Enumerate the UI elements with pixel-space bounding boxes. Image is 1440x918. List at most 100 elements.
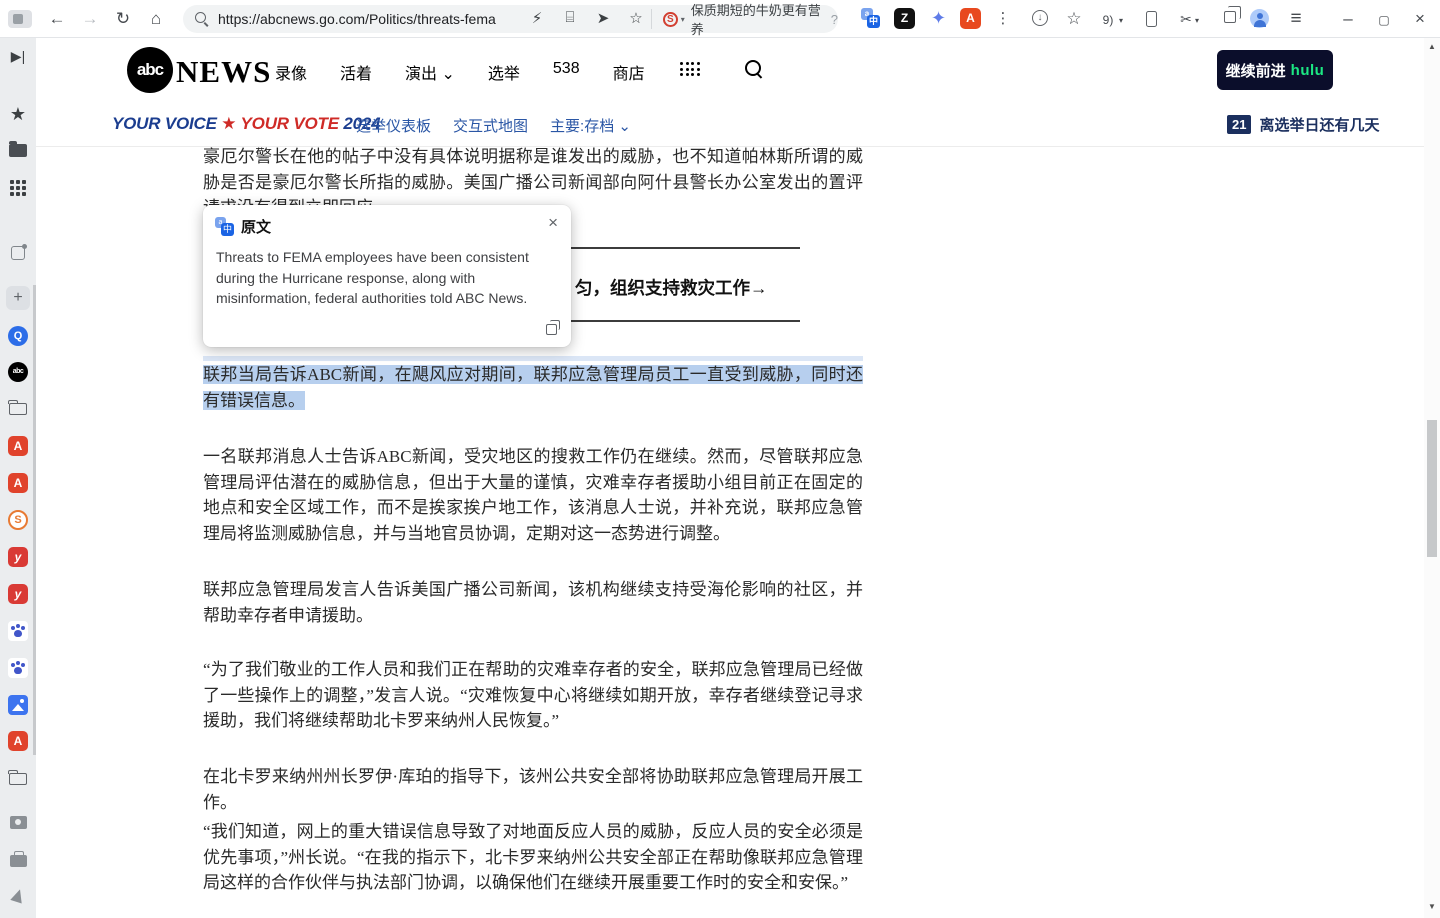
article-paragraph: “为了我们敬业的工作人员和我们正在帮助的灾难幸存者的安全，联邦应急管理局已经做了… — [203, 657, 863, 734]
your-voice-your-vote-logo: YOUR VOICE ★ YOUR VOTE 2024 — [112, 114, 380, 134]
hulu-brand: hulu — [1291, 62, 1325, 79]
bookmark-star-icon[interactable]: ☆ — [627, 9, 645, 27]
apps-grid-icon[interactable] — [8, 178, 28, 198]
scrollbar-thumb[interactable] — [1427, 420, 1437, 557]
image-app-favicon[interactable] — [8, 695, 28, 715]
election-link[interactable]: 选举仪表板 — [356, 115, 431, 136]
scroll-up-arrow[interactable]: ▲ — [1424, 42, 1440, 51]
widget-icon[interactable] — [8, 243, 28, 263]
browser-toolbar: ← → ↻ ⌂ https://abcnews.go.com/Politics/… — [0, 0, 1440, 38]
forward-button[interactable]: → — [78, 9, 102, 29]
article-paragraph-highlighted: 联邦当局告诉ABC新闻，在飓风应对期间，联邦应急管理局员工一直受到威胁，同时还有… — [203, 362, 863, 413]
orange-extension-icon[interactable]: A — [960, 8, 981, 29]
nav-item[interactable]: 选举 — [488, 60, 520, 84]
nav-item[interactable]: 演出 ⌄ — [405, 60, 455, 84]
download-icon[interactable]: ↓ — [1032, 10, 1048, 26]
selection-strip — [203, 356, 863, 361]
phone-icon[interactable] — [1146, 11, 1157, 27]
folder-outline-icon[interactable] — [8, 399, 28, 419]
highlighted-text: 联邦当局告诉ABC新闻，在飓风应对期间，联邦应急管理局员工一直受到威胁，同时还有… — [203, 365, 863, 410]
election-links: 选举仪表板 交互式地图 主要:存档 ⌄ — [356, 115, 631, 136]
search-icon — [195, 12, 209, 26]
abc-news-wordmark[interactable]: NEWS — [176, 54, 271, 90]
popup-close-icon[interactable]: × — [548, 213, 558, 233]
black-extension-icon[interactable]: Z — [894, 8, 915, 29]
election-link[interactable]: 交互式地图 — [453, 115, 528, 136]
hulu-cta-text: 继续前进 — [1226, 60, 1286, 81]
baidu-paw-favicon[interactable] — [8, 658, 28, 678]
site-nav: 录像 活着 演出 ⌄ 选举 538 商店 — [275, 60, 645, 84]
abc-logo[interactable]: abc — [127, 47, 173, 93]
sidebar-scrollbar[interactable] — [33, 285, 36, 755]
cursor-up-icon[interactable] — [8, 886, 28, 906]
play-pause-icon[interactable]: ▶| — [8, 46, 28, 66]
hulu-promo-button[interactable]: 继续前进 hulu — [1217, 50, 1333, 90]
address-bar[interactable]: https://abcnews.go.com/Politics/threats-… — [183, 5, 838, 33]
suggestion-qmark: ? — [831, 12, 838, 27]
y-favicon[interactable]: y — [8, 584, 28, 604]
browser-menu-icon[interactable]: ≡ — [1284, 9, 1308, 29]
folder-filled-icon[interactable] — [8, 140, 28, 160]
election-countdown: 21 离选举日还有几天 — [1227, 114, 1379, 135]
share-icon[interactable]: ➤ — [594, 9, 612, 27]
folder-gray-icon[interactable] — [8, 769, 28, 789]
election-link[interactable]: 主要:存档 ⌄ — [550, 115, 631, 136]
days-badge: 21 — [1227, 115, 1251, 134]
translate-extension-icon[interactable]: a 中 — [860, 8, 881, 29]
site-search-icon[interactable] — [745, 60, 763, 78]
abcnews-favicon[interactable]: abc — [8, 362, 28, 382]
article-paragraph: 在北卡罗来纳州州长罗伊·库珀的指导下，该州公共安全部将协助联邦应急管理局开展工作… — [203, 764, 863, 815]
nav-item[interactable]: 录像 — [275, 60, 307, 84]
tab-manager-icon[interactable] — [1224, 11, 1236, 23]
url-text[interactable]: https://abcnews.go.com/Politics/threats-… — [218, 11, 496, 27]
page-content: abc NEWS 录像 活着 演出 ⌄ 选举 538 商店 继续前进 hulu YOUR … — [36, 38, 1424, 918]
close-button[interactable]: × — [1408, 9, 1432, 29]
popup-header: a 中 原文 — [215, 216, 271, 237]
scissors-caret-icon[interactable]: ▾ — [1192, 9, 1202, 29]
briefcase-icon[interactable] — [8, 849, 28, 869]
translate-icon: a 中 — [215, 217, 234, 236]
quick-action-icon[interactable]: ⚡ — [528, 9, 546, 27]
scroll-down-arrow[interactable]: ▼ — [1424, 902, 1440, 911]
article-paragraph: “我们知道，网上的重大错误信息导致了对地面反应人员的威胁，反应人员的安全必须是优… — [203, 819, 863, 896]
more-apps-grid-icon[interactable] — [680, 62, 700, 76]
days-label: 离选举日还有几天 — [1259, 114, 1379, 135]
maximize-button[interactable]: ▢ — [1372, 9, 1396, 29]
chevron-down-icon: ▾ — [681, 15, 685, 24]
read-aloud-caret-icon[interactable]: ▾ — [1116, 9, 1126, 29]
minimize-button[interactable]: – — [1336, 9, 1360, 29]
copy-icon[interactable] — [546, 324, 557, 335]
related-story-link[interactable]: 匀，组织支持救灾工作→ — [575, 275, 768, 300]
reload-button[interactable]: ↻ — [111, 9, 135, 29]
favorites-star-icon[interactable]: ★ — [8, 104, 28, 124]
camera-icon[interactable] — [8, 812, 28, 832]
baidu-paw-favicon[interactable] — [8, 621, 28, 641]
article-paragraph: 联邦应急管理局发言人告诉美国广播公司新闻，该机构继续支持受海伦影响的社区，并帮助… — [203, 577, 863, 628]
popup-original-text: Threats to FEMA employees have been cons… — [216, 247, 551, 309]
back-button[interactable]: ← — [45, 9, 69, 29]
extensions-menu-icon[interactable]: ⋮ — [991, 9, 1015, 29]
favorites-icon[interactable]: ☆ — [1062, 9, 1086, 29]
page-scrollbar[interactable]: ▲ ▼ — [1424, 38, 1440, 918]
new-tab-button[interactable]: + — [6, 286, 30, 310]
popup-title: 原文 — [241, 216, 271, 237]
red-a-favicon[interactable]: A — [8, 473, 28, 493]
sogou-badge-icon: S — [663, 12, 678, 27]
translation-popup: a 中 原文 × Threats to FEMA employees have … — [203, 205, 571, 347]
red-a-favicon[interactable]: A — [8, 731, 28, 751]
nav-item[interactable]: 商店 — [613, 60, 645, 84]
sogou-s-favicon[interactable]: S — [8, 510, 28, 530]
nav-item[interactable]: 活着 — [340, 60, 372, 84]
gemini-extension-icon[interactable]: ✦ — [928, 8, 949, 29]
red-a-favicon[interactable]: A — [8, 436, 28, 456]
q-app-icon[interactable]: Q — [8, 326, 28, 346]
nav-item[interactable]: 538 — [553, 60, 580, 84]
article-paragraph: 一名联邦消息人士告诉ABC新闻，受灾地区的搜救工作仍在继续。然而，尽管联邦应急管… — [203, 444, 863, 546]
reading-list-icon[interactable]: ⌸ — [561, 9, 579, 27]
home-button[interactable]: ⌂ — [144, 9, 168, 29]
election-bar: YOUR VOICE ★ YOUR VOTE 2024 选举仪表板 交互式地图 主要… — [36, 104, 1424, 147]
tab-preview-icon[interactable] — [8, 10, 32, 28]
search-suggestion[interactable]: S ▾ 保质期短的牛奶更有营养 ? — [663, 6, 838, 32]
y-favicon[interactable]: y — [8, 547, 28, 567]
profile-avatar[interactable] — [1250, 9, 1269, 28]
